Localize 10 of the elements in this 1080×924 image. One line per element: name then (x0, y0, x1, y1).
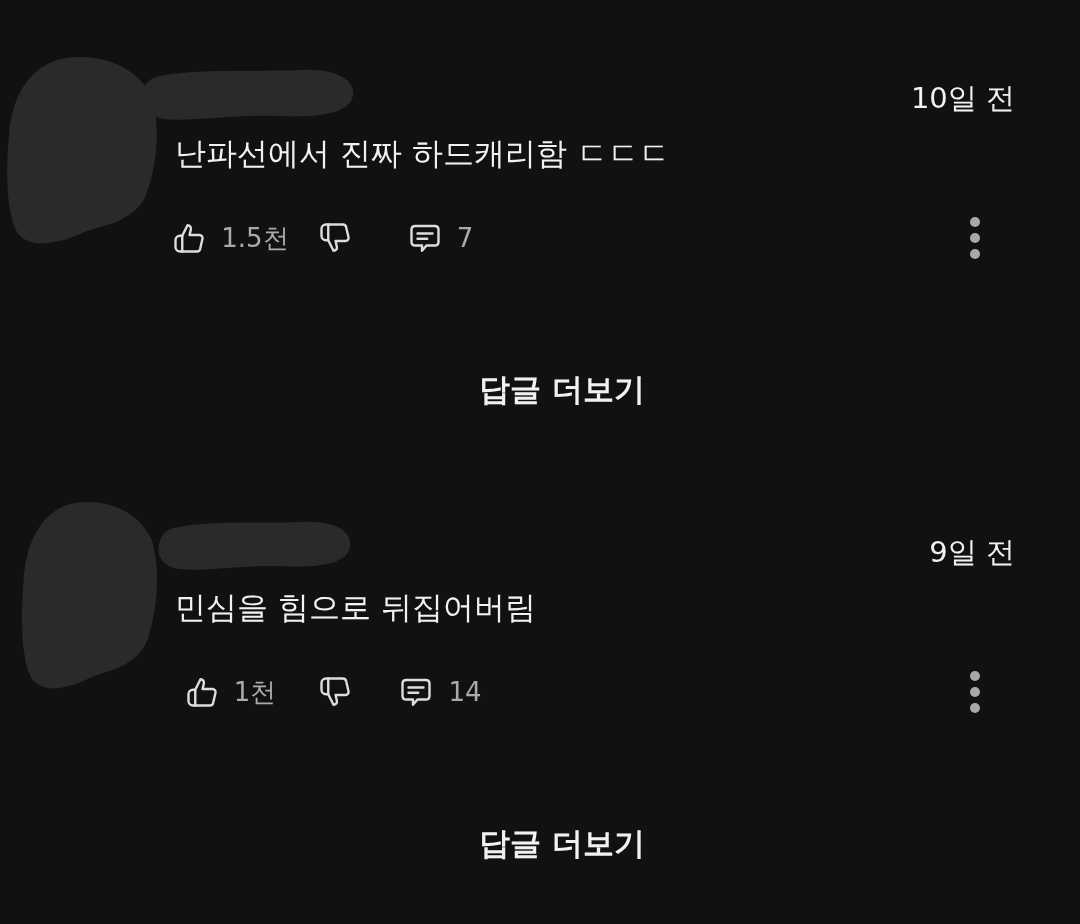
like-button[interactable]: 1천 (160, 668, 300, 716)
comment-text: 민심을 힘으로 뒤집어버림 (175, 588, 536, 627)
more-replies-button[interactable]: 답글 더보기 (459, 814, 665, 874)
reply-button[interactable]: 14 (370, 668, 510, 716)
comment-text: 난파선에서 진짜 하드캐리함 ㄷㄷㄷ (175, 134, 670, 173)
more-replies-button[interactable]: 답글 더보기 (459, 360, 665, 420)
reply-button[interactable]: 7 (370, 214, 510, 262)
comment-timestamp: 10일 전 (910, 80, 1015, 117)
comment-timestamp: 9일 전 (929, 534, 1015, 571)
like-button[interactable]: 1.5천 (160, 214, 300, 262)
